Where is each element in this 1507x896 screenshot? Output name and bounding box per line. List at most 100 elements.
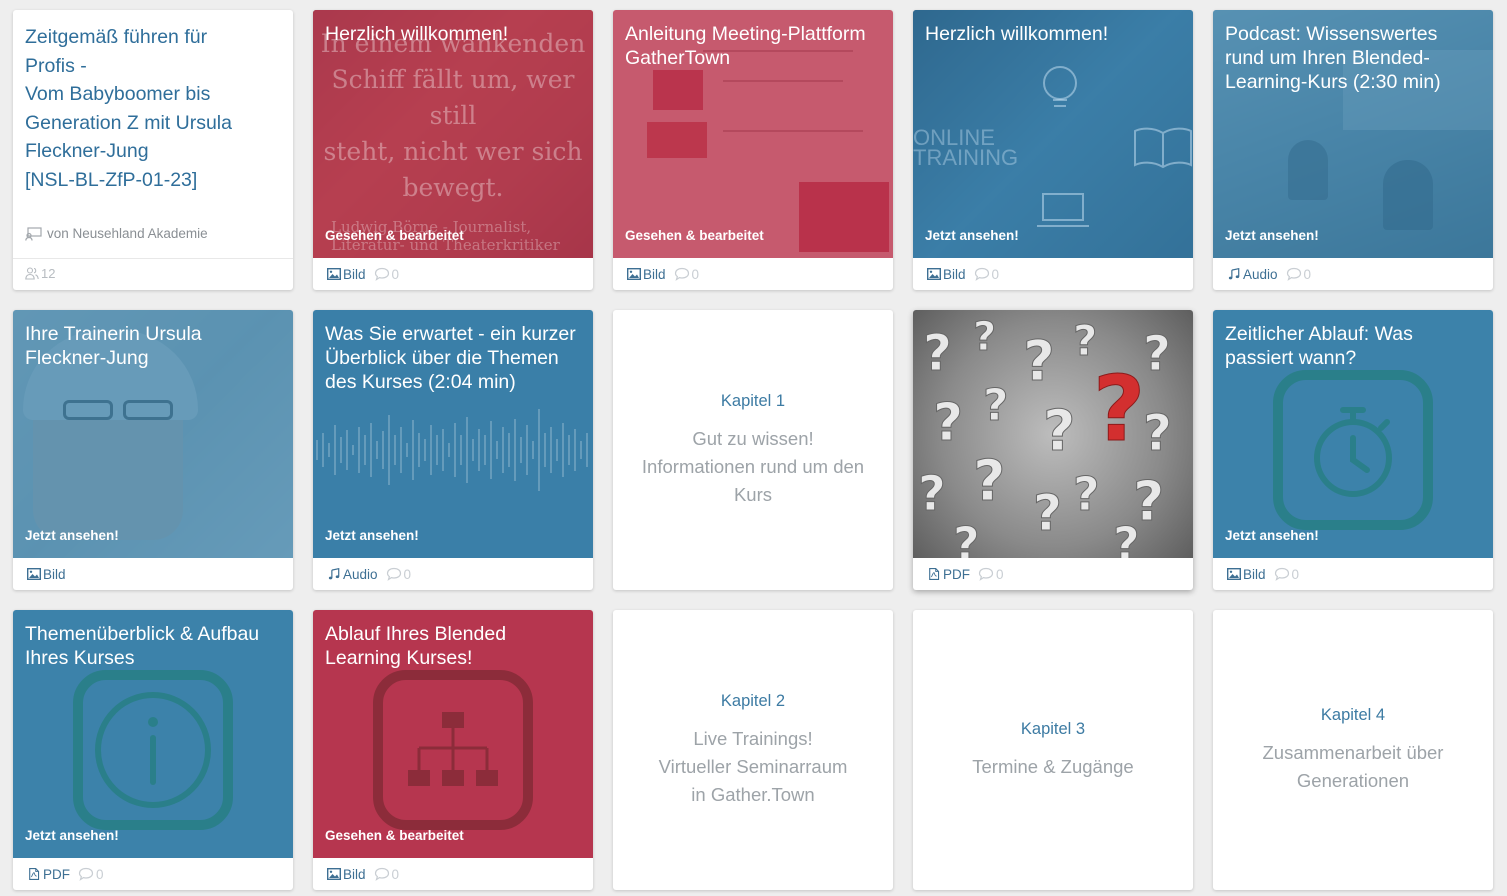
card-footer: Audio 0 xyxy=(1213,258,1493,290)
comment-bubble-icon xyxy=(978,567,994,581)
card-footer: Bild 0 xyxy=(313,258,593,290)
card-overview-audio[interactable]: Was Sie erwartet - ein kurzer Überblick … xyxy=(313,310,593,590)
card-media[interactable]: ONLINE TRAINING Herzlich willkommen! Jet… xyxy=(913,10,1193,258)
svg-text:?: ? xyxy=(1023,329,1055,393)
laptop-icon xyxy=(1037,193,1089,227)
card-trainer[interactable]: Ihre Trainerin Ursula Fleckner-Jung Jetz… xyxy=(13,310,293,590)
comment-bubble-icon xyxy=(374,267,390,281)
image-icon xyxy=(1227,568,1241,580)
card-status: Gesehen & bearbeitet xyxy=(325,828,464,843)
chapter-4-card[interactable]: Kapitel 4 Zusammenarbeit über Generation… xyxy=(1213,610,1493,890)
card-welcome-image[interactable]: In einem wankenden Schiff fällt um, wer … xyxy=(313,10,593,290)
comments[interactable]: 0 xyxy=(978,567,1004,582)
waveform-icon xyxy=(316,409,588,491)
card-topic-overview[interactable]: Themenüberblick & Aufbau Ihres Kurses Je… xyxy=(13,610,293,890)
comments[interactable]: 0 xyxy=(1274,566,1300,582)
comments[interactable]: 0 xyxy=(374,867,399,882)
card-media[interactable]: ????? ???? ????? ?? ? xyxy=(913,310,1193,558)
comment-count: 0 xyxy=(996,566,1004,582)
online-training-text: ONLINE TRAINING xyxy=(913,125,1019,170)
chapter-title: Live Trainings! Virtueller Seminarraum i… xyxy=(658,727,848,805)
course-title[interactable]: Zeitgemäß führen für Profis - Vom Babybo… xyxy=(25,23,279,194)
card-type: Bild xyxy=(43,566,66,582)
card-media[interactable]: Podcast: Wissenswertes rund um Ihren Ble… xyxy=(1213,10,1493,258)
card-type: Audio xyxy=(343,566,378,582)
card-welcome-online-training[interactable]: ONLINE TRAINING Herzlich willkommen! Jet… xyxy=(913,10,1193,290)
chapter-3-card[interactable]: Kapitel 3 Termine & Zugänge xyxy=(913,610,1193,890)
card-footer: Bild 0 xyxy=(1213,558,1493,590)
chapter-1-card[interactable]: Kapitel 1 Gut zu wissen! Informationen r… xyxy=(613,310,893,590)
comment-bubble-icon xyxy=(374,867,390,881)
card-status: Jetzt ansehen! xyxy=(1225,228,1319,243)
comment-count: 0 xyxy=(991,266,1000,282)
chapter-label: Kapitel 1 xyxy=(720,391,786,410)
card-title: Podcast: Wissenswertes rund um Ihren Ble… xyxy=(1225,23,1441,93)
lightbulb-icon xyxy=(1043,66,1077,107)
music-note-icon xyxy=(1227,268,1241,280)
author-label: von Neusehland Akademie xyxy=(47,226,208,241)
music-note-icon xyxy=(327,568,341,580)
comments[interactable]: 0 xyxy=(78,867,104,882)
card-podcast[interactable]: Podcast: Wissenswertes rund um Ihren Ble… xyxy=(1213,10,1493,290)
card-title: Ablauf Ihres Blended Learning Kurses! xyxy=(325,623,507,669)
comment-count: 0 xyxy=(691,266,700,282)
card-media[interactable]: Themenüberblick & Aufbau Ihres Kurses Je… xyxy=(13,610,293,858)
card-footer: PDF 0 xyxy=(13,858,293,890)
card-media[interactable]: In einem wankenden Schiff fällt um, wer … xyxy=(313,10,593,258)
svg-text:?: ? xyxy=(973,314,996,360)
card-type: PDF xyxy=(43,866,70,882)
members-icon xyxy=(25,267,39,280)
stopwatch-icon xyxy=(1273,370,1433,530)
card-media[interactable]: Ablauf Ihres Blended Learning Kurses! Ge… xyxy=(313,610,593,858)
comment-bubble-icon xyxy=(1286,267,1302,281)
card-status: Jetzt ansehen! xyxy=(925,228,1019,243)
card-footer: Bild 0 xyxy=(913,258,1193,290)
card-gathertown-guide[interactable]: Anleitung Meeting-Plattform GatherTown G… xyxy=(613,10,893,290)
svg-text:?: ? xyxy=(983,380,1009,431)
comments[interactable]: 0 xyxy=(1286,267,1311,282)
chapter-title: Gut zu wissen! Informationen rund um den… xyxy=(641,427,865,505)
comment-bubble-icon xyxy=(974,267,990,281)
chapter-2-card[interactable]: Kapitel 2 Live Trainings! Virtueller Sem… xyxy=(613,610,893,890)
card-status: Jetzt ansehen! xyxy=(1225,528,1319,543)
chapter-label: Kapitel 2 xyxy=(720,691,786,710)
comment-count: 0 xyxy=(96,866,104,882)
comment-count: 0 xyxy=(1291,566,1300,582)
card-title: Themenüberblick & Aufbau Ihres Kurses xyxy=(25,623,260,669)
card-course-flow[interactable]: Ablauf Ihres Blended Learning Kurses! Ge… xyxy=(313,610,593,890)
comments[interactable]: 0 xyxy=(974,266,1000,282)
card-type: Audio xyxy=(1243,266,1278,282)
hierarchy-icon xyxy=(373,670,533,830)
card-media[interactable]: Ihre Trainerin Ursula Fleckner-Jung Jetz… xyxy=(13,310,293,558)
members-count: 12 xyxy=(41,266,56,281)
card-questions-pdf[interactable]: ????? ???? ????? ?? ? PDF 0 xyxy=(913,310,1193,590)
image-icon xyxy=(627,268,641,280)
card-media[interactable]: Zeitlicher Ablauf: Was passiert wann? Je… xyxy=(1213,310,1493,558)
comment-count: 0 xyxy=(391,266,400,282)
card-schedule[interactable]: Zeitlicher Ablauf: Was passiert wann? Je… xyxy=(1213,310,1493,590)
comment-bubble-icon xyxy=(1274,567,1290,581)
comments[interactable]: 0 xyxy=(374,266,400,282)
svg-text:?: ? xyxy=(1113,517,1140,558)
chapter-label: Kapitel 4 xyxy=(1320,705,1386,724)
card-media[interactable]: Anleitung Meeting-Plattform GatherTown G… xyxy=(613,10,893,258)
comments[interactable]: 0 xyxy=(386,566,412,582)
comments[interactable]: 0 xyxy=(674,266,700,282)
card-type: Bild xyxy=(643,266,666,282)
chapter-title: Zusammenarbeit über Generationen xyxy=(1262,741,1444,791)
book-icon xyxy=(1134,127,1192,169)
course-author[interactable]: von Neusehland Akademie xyxy=(25,226,208,241)
image-icon xyxy=(327,868,341,880)
card-type: Bild xyxy=(343,266,366,282)
svg-text:?: ? xyxy=(933,393,963,453)
card-status: Gesehen & bearbeitet xyxy=(625,228,764,243)
chapter-label: Kapitel 3 xyxy=(1020,719,1086,738)
question-marks-icon: ????? ???? ????? ?? ? xyxy=(918,314,1173,559)
course-info-card[interactable]: Zeitgemäß führen für Profis - Vom Babybo… xyxy=(13,10,293,290)
course-members[interactable]: 12 xyxy=(25,266,55,281)
chapter-title: Termine & Zugänge xyxy=(972,755,1134,777)
image-icon xyxy=(327,268,341,280)
svg-text:?: ? xyxy=(1093,357,1145,462)
card-media[interactable]: Was Sie erwartet - ein kurzer Überblick … xyxy=(313,310,593,558)
comment-count: 0 xyxy=(403,566,412,582)
